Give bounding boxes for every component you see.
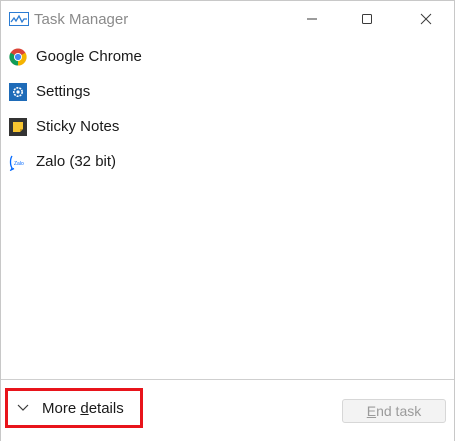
close-icon [420,13,432,25]
chevron-down-icon [17,404,29,411]
process-item-settings[interactable]: Settings [1,74,454,109]
chrome-icon [9,48,27,66]
zalo-icon: Zalo [9,155,24,171]
svg-text:Zalo: Zalo [14,161,24,167]
process-item-sticky-notes[interactable]: Sticky Notes [1,109,454,144]
title-bar[interactable]: Task Manager [1,1,454,37]
task-manager-app-icon [9,12,29,26]
end-task-label: End task [366,403,422,419]
task-manager-window: Task Manager Google Chrome Settings Stic… [0,0,455,441]
settings-gear-icon [9,82,27,101]
minimize-icon [307,18,317,20]
maximize-icon [362,14,372,24]
process-list: Google Chrome Settings Sticky Notes Zalo [1,39,454,179]
process-label: Sticky Notes [36,118,120,135]
footer-bar: More details End task [1,379,454,441]
close-button[interactable] [403,1,449,37]
end-task-button[interactable]: End task [342,399,446,423]
maximize-button[interactable] [344,1,390,37]
minimize-button[interactable] [289,1,335,37]
sticky-notes-icon [9,117,27,136]
process-label: Settings [36,83,91,100]
window-title: Task Manager [34,11,129,28]
more-details-label: More details [42,400,124,417]
more-details-button[interactable]: More details [5,388,143,428]
process-label: Google Chrome [36,48,142,65]
process-item-google-chrome[interactable]: Google Chrome [1,39,454,74]
process-item-zalo[interactable]: Zalo Zalo (32 bit) [1,144,454,179]
process-label: Zalo (32 bit) [36,153,117,170]
